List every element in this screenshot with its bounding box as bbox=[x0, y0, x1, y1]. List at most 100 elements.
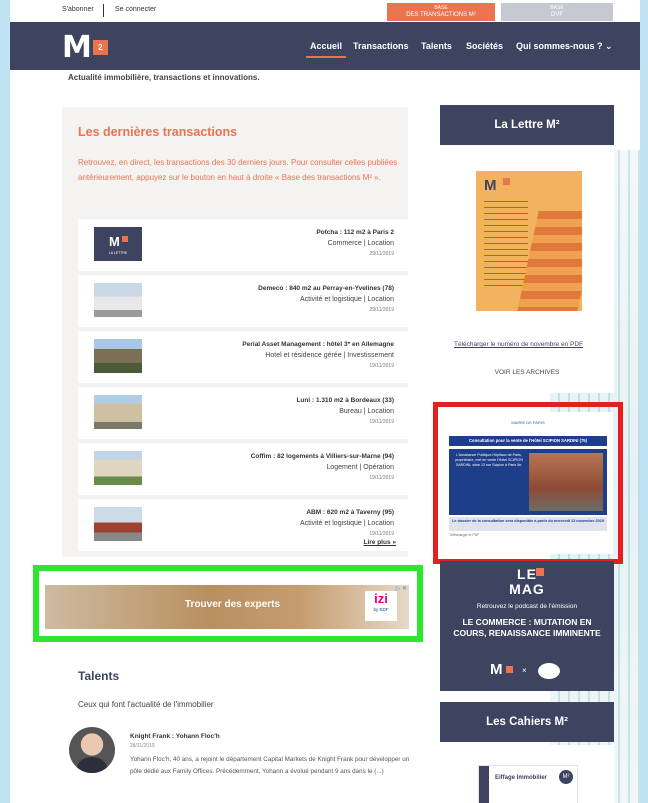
lettre-cover[interactable]: M bbox=[476, 171, 582, 311]
transaction-date: 19/11/2019 bbox=[369, 363, 394, 369]
topbar-separator bbox=[103, 4, 104, 17]
tagline: Actualité immobilière, transactions et i… bbox=[68, 73, 260, 82]
transaction-date: 29/11/2019 bbox=[369, 251, 394, 257]
transaction-category: Hotel et résidence gérée | Investissemen… bbox=[265, 352, 394, 359]
cahier-badge: M² bbox=[559, 770, 573, 784]
transaction-category: Activité et logistique | Location bbox=[299, 520, 394, 527]
talents-subtitle: Ceux qui font l'actualité de l'immobilie… bbox=[78, 700, 214, 709]
lettre-title: La Lettre M² bbox=[440, 105, 614, 145]
transaction-title: ABM : 620 m2 à Taverny (95) bbox=[306, 509, 394, 516]
lemag-logo-square bbox=[536, 568, 544, 576]
base-dvf-small: BASE bbox=[550, 5, 564, 11]
download-pdf-link[interactable]: Télécharger le numéro de novembre en PDF bbox=[454, 341, 583, 348]
subscribe-link[interactable]: S'abonner bbox=[62, 6, 94, 13]
lemag-partners: M × bbox=[440, 661, 614, 683]
thumb-logo-square bbox=[122, 236, 128, 242]
base-tx-small: BASE bbox=[434, 5, 448, 11]
transaction-date: 29/11/2019 bbox=[369, 307, 394, 313]
partner-m-square bbox=[506, 666, 513, 673]
izi-logo: izi by EDF bbox=[365, 591, 397, 621]
cover-text-lines bbox=[484, 201, 528, 291]
transaction-item[interactable]: Coffim : 82 logements à Villiers-sur-Mar… bbox=[78, 443, 408, 495]
logo-letter: M bbox=[62, 29, 92, 65]
transaction-category: Logement | Opération bbox=[326, 464, 394, 471]
ad-banner[interactable]: Trouver des experts izi by EDF ▷ ✕ bbox=[45, 585, 409, 629]
transactions-title: Les dernières transactions bbox=[78, 125, 238, 139]
transaction-item[interactable]: ABM : 620 m2 à Taverny (95) Activité et … bbox=[78, 499, 408, 551]
lemag-logo-line1: LE bbox=[517, 566, 537, 582]
base-transactions-button[interactable]: BASE DES TRANSACTIONS M² bbox=[387, 3, 495, 21]
transaction-title: Demeco : 840 m2 au Perray-en-Yvelines (7… bbox=[258, 285, 394, 292]
transaction-title: Potcha : 112 m2 à Paris 2 bbox=[316, 229, 394, 236]
transaction-thumbnail bbox=[94, 451, 142, 485]
transaction-thumbnail bbox=[94, 339, 142, 373]
ad-banner-text: Trouver des experts bbox=[185, 599, 281, 610]
transactions-description: Retrouvez, en direct, les transactions d… bbox=[78, 158, 398, 182]
transactions-panel: Les dernières transactions Retrouvez, en… bbox=[62, 107, 408, 557]
ad-close-icon[interactable]: ▷ ✕ bbox=[396, 585, 407, 592]
cahier-side-band bbox=[479, 766, 489, 803]
side-ad-download[interactable]: Télécharger le PDF bbox=[449, 533, 607, 537]
transaction-item[interactable]: Perial Asset Management : hôtel 3* en Al… bbox=[78, 331, 408, 383]
page: S'abonner Se connecter BASE DES TRANSACT… bbox=[10, 0, 640, 803]
transaction-category: Commerce | Location bbox=[327, 240, 394, 247]
transaction-title: Luni : 1.310 m2 à Bordeaux (33) bbox=[296, 397, 394, 404]
transaction-item[interactable]: Luni : 1.310 m2 à Bordeaux (33) Bureau |… bbox=[78, 387, 408, 439]
radio-logo-icon bbox=[538, 663, 560, 679]
avatar[interactable] bbox=[69, 727, 115, 773]
archives-link[interactable]: VOIR LES ARCHIVES bbox=[440, 369, 614, 376]
cahiers-card: Eiffage Immobilier M² bbox=[440, 745, 614, 803]
partner-times: × bbox=[522, 666, 527, 675]
transaction-date: 19/11/2019 bbox=[369, 531, 394, 537]
side-ad-footer: Le dossier de la consultation sera dispo… bbox=[449, 517, 607, 531]
cahier-cover[interactable]: Eiffage Immobilier M² bbox=[478, 765, 578, 803]
lemag-logo-line2: MAG bbox=[509, 581, 545, 597]
transaction-date: 19/11/2019 bbox=[369, 475, 394, 481]
site-logo[interactable]: M 2 bbox=[62, 29, 108, 65]
talent-date: 28/11/2019 bbox=[130, 743, 155, 749]
transaction-date: 19/11/2019 bbox=[369, 419, 394, 425]
side-ad-text: L'Assistance Publique-Hôpitaux de Paris,… bbox=[455, 453, 523, 467]
side-ad[interactable]: MAIRIE DE PARIS Consultation pour la ven… bbox=[443, 412, 613, 554]
transaction-thumbnail bbox=[94, 507, 142, 541]
transaction-item[interactable]: M LA LETTRE Potcha : 112 m2 à Paris 2 Co… bbox=[78, 219, 408, 271]
logo-square: 2 bbox=[92, 39, 108, 55]
transactions-list: M LA LETTRE Potcha : 112 m2 à Paris 2 Co… bbox=[78, 219, 408, 555]
side-ad-bar: Consultation pour la vente de l'Hôtel SC… bbox=[449, 436, 607, 446]
talents-title: Talents bbox=[78, 669, 120, 683]
nav-item-qui-sommes-nous[interactable]: Qui sommes-nous ? ⌄ bbox=[516, 41, 613, 52]
cover-logo: M bbox=[484, 177, 497, 194]
transaction-thumbnail bbox=[94, 395, 142, 429]
nav-item-accueil[interactable]: Accueil bbox=[305, 41, 347, 58]
side-ad-photo bbox=[529, 453, 603, 511]
transaction-thumbnail bbox=[94, 283, 142, 317]
talent-name[interactable]: Knight Frank : Yohann Floc'h bbox=[130, 733, 220, 740]
nav-item-transactions[interactable]: Transactions bbox=[353, 41, 409, 51]
nav-item-societes[interactable]: Sociétés bbox=[466, 41, 503, 51]
izi-logo-sub: by EDF bbox=[373, 607, 389, 612]
talent-text: Yohann Floc'h, 40 ans, a rejoint le dépa… bbox=[130, 756, 410, 775]
cover-logo-square bbox=[503, 178, 510, 185]
transaction-title: Perial Asset Management : hôtel 3* en Al… bbox=[242, 341, 394, 348]
transaction-item[interactable]: Demeco : 840 m2 au Perray-en-Yvelines (7… bbox=[78, 275, 408, 327]
lettre-card: M Télécharger le numéro de novembre en P… bbox=[440, 147, 614, 393]
base-tx-label: DES TRANSACTIONS M² bbox=[406, 12, 476, 18]
top-bar: S'abonner Se connecter BASE DES TRANSACT… bbox=[10, 0, 640, 22]
thumb-logo: M bbox=[109, 234, 120, 249]
lemag-headline: LE COMMERCE : MUTATION EN COURS, RENAISS… bbox=[453, 617, 601, 638]
read-more-link[interactable]: Lire plus » bbox=[363, 539, 396, 546]
side-ad-header: MAIRIE DE PARIS bbox=[511, 420, 545, 425]
thumb-caption: LA LETTRE bbox=[108, 251, 128, 255]
main-nav: M 2 Accueil Transactions Talents Société… bbox=[10, 22, 640, 70]
partner-m-logo: M bbox=[490, 661, 503, 678]
base-dvf-label: DVF bbox=[551, 12, 563, 18]
login-link[interactable]: Se connecter bbox=[115, 6, 156, 13]
base-dvf-button[interactable]: BASE DVF bbox=[501, 3, 613, 21]
transaction-thumbnail: M LA LETTRE bbox=[94, 227, 142, 261]
nav-item-talents[interactable]: Talents bbox=[421, 41, 452, 51]
side-ad-body: L'Assistance Publique-Hôpitaux de Paris,… bbox=[449, 449, 607, 515]
transaction-title: Coffim : 82 logements à Villiers-sur-Mar… bbox=[250, 453, 394, 460]
lemag-subtitle: Retrouvez le podcast de l'émission bbox=[476, 603, 578, 610]
lemag-box[interactable]: LE MAG Retrouvez le podcast de l'émissio… bbox=[440, 561, 614, 691]
izi-logo-text: izi bbox=[374, 591, 388, 606]
